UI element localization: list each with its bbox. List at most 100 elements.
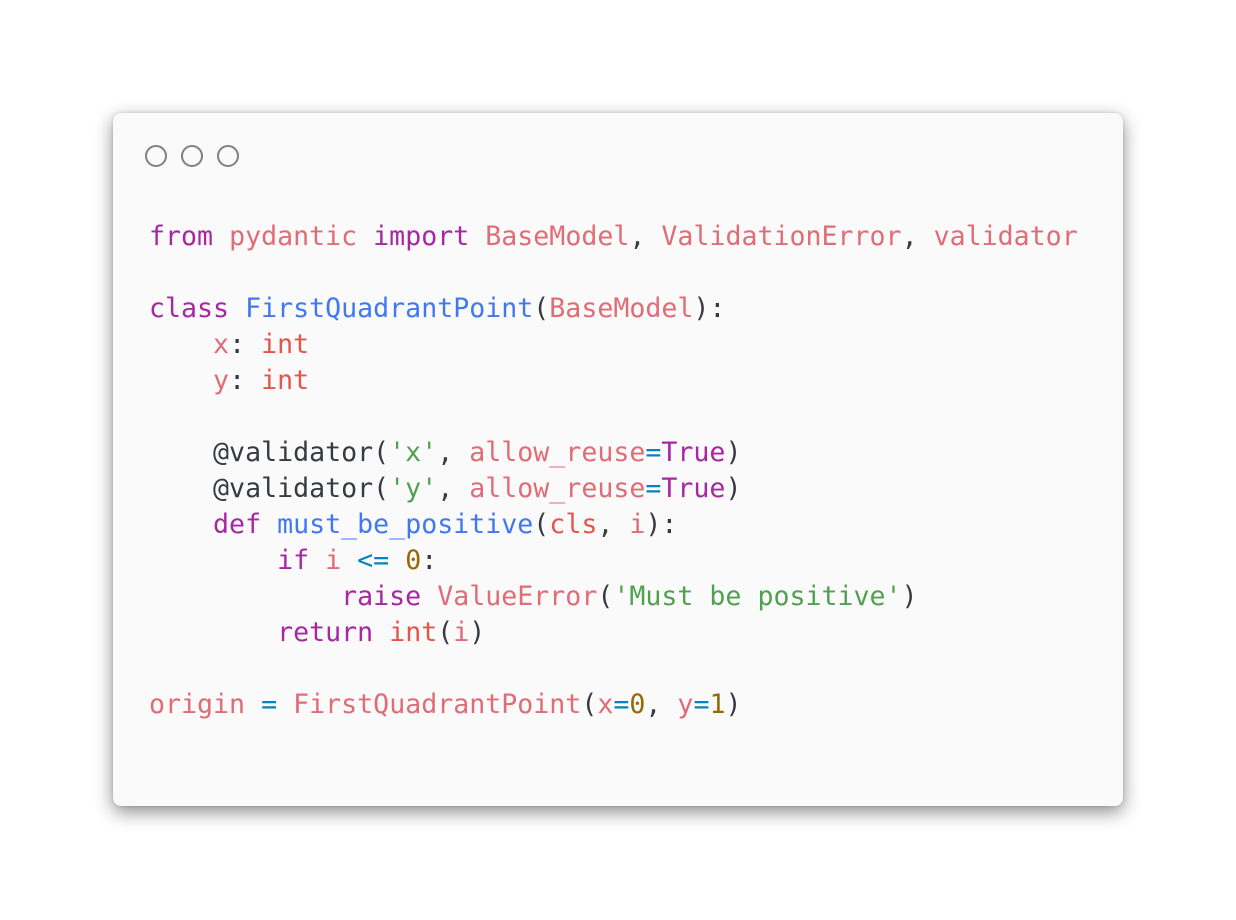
code-token: = (645, 473, 662, 504)
code-token: FirstQuadrantPoint (245, 293, 534, 324)
code-token: , (437, 473, 470, 504)
code-token: y (677, 689, 694, 720)
code-token: 'x' (389, 437, 438, 468)
code-token: ): (645, 509, 678, 540)
code-token: : (229, 329, 262, 360)
code-token: 1 (709, 689, 726, 720)
code-token: origin (149, 689, 246, 720)
code-token: i (629, 509, 646, 540)
window-controls (145, 145, 239, 171)
code-token: must_be_positive (277, 509, 534, 540)
code-token: 0 (629, 689, 646, 720)
code-token: ValidationError (661, 221, 902, 252)
code-token: = (645, 437, 662, 468)
code-token: , (629, 221, 662, 252)
code-token: ) (725, 473, 742, 504)
code-token: int (261, 329, 310, 360)
code-token: ( (533, 293, 550, 324)
code-token: raise (341, 581, 422, 612)
code-token: ): (693, 293, 726, 324)
code-token: ( (581, 689, 598, 720)
code-token: ) (725, 689, 742, 720)
code-token: 'Must be positive' (613, 581, 902, 612)
code-token: FirstQuadrantPoint (293, 689, 582, 720)
code-token: : (229, 365, 262, 396)
code-token: y (213, 365, 230, 396)
code-token: ) (901, 581, 918, 612)
code-token: i (325, 545, 342, 576)
code-token: 'y' (389, 473, 438, 504)
code-token: = (693, 689, 710, 720)
code-token: ValueError (437, 581, 598, 612)
code-token: cls (549, 509, 598, 540)
code-token: ( (533, 509, 550, 540)
code-token: @validator( (149, 437, 390, 468)
code-token: <= (357, 545, 390, 576)
code-token: ( (437, 617, 454, 648)
code-token: True (661, 437, 726, 468)
code-token: , (645, 689, 678, 720)
code-line-1: from pydantic import BaseModel, Validati… (149, 219, 1078, 255)
code-token: = (261, 689, 278, 720)
minimize-icon[interactable] (181, 145, 203, 167)
code-line-12: return int(i) (149, 615, 1078, 651)
code-token: 0 (405, 545, 422, 576)
code-line-9: def must_be_positive(cls, i): (149, 507, 1078, 543)
code-line-14: origin = FirstQuadrantPoint(x=0, y=1) (149, 687, 1078, 723)
code-token: True (661, 473, 726, 504)
code-line-11: raise ValueError('Must be positive') (149, 579, 1078, 615)
maximize-icon[interactable] (217, 145, 239, 167)
code-token: ) (725, 437, 742, 468)
code-token: ( (597, 581, 614, 612)
code-window: from pydantic import BaseModel, Validati… (113, 113, 1123, 806)
code-line-5: y: int (149, 363, 1078, 399)
code-token: import (373, 221, 470, 252)
code-token: allow_reuse (469, 437, 646, 468)
code-token: int (261, 365, 310, 396)
code-token: return (277, 617, 374, 648)
code-token: , (901, 221, 934, 252)
close-icon[interactable] (145, 145, 167, 167)
code-line-8: @validator('y', allow_reuse=True) (149, 471, 1078, 507)
code-token: BaseModel (549, 293, 694, 324)
code-line-3: class FirstQuadrantPoint(BaseModel): (149, 291, 1078, 327)
code-token: validator (933, 221, 1078, 252)
code-token: ) (469, 617, 486, 648)
code-token: x (213, 329, 230, 360)
code-token: pydantic (229, 221, 358, 252)
code-token: class (149, 293, 230, 324)
code-line-4: x: int (149, 327, 1078, 363)
code-token: x (597, 689, 614, 720)
code-line-7: @validator('x', allow_reuse=True) (149, 435, 1078, 471)
code-token: , (597, 509, 630, 540)
code-block: from pydantic import BaseModel, Validati… (149, 219, 1078, 723)
code-token: if (277, 545, 310, 576)
code-line-10: if i <= 0: (149, 543, 1078, 579)
code-token: int (389, 617, 438, 648)
code-token: : (421, 545, 438, 576)
code-token: allow_reuse (469, 473, 646, 504)
code-token: , (437, 437, 470, 468)
code-token: = (613, 689, 630, 720)
